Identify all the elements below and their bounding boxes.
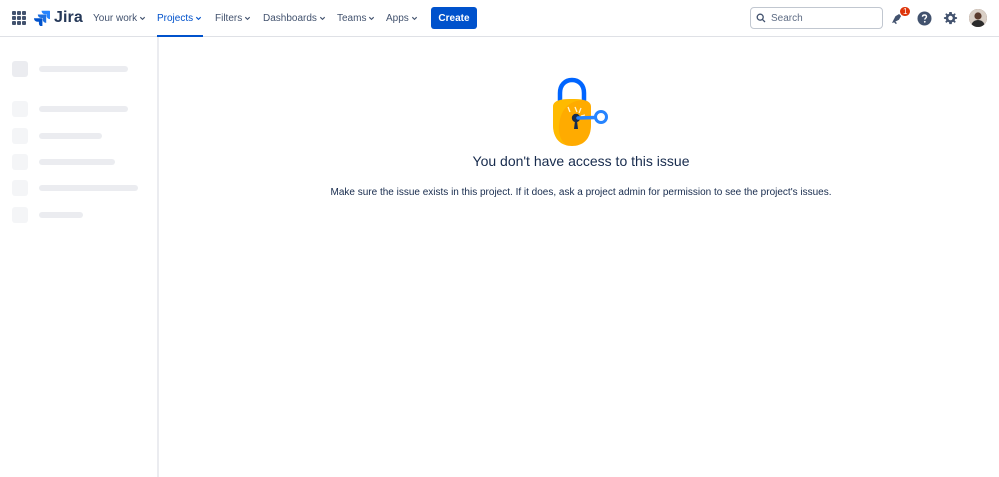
- nav-teams[interactable]: Teams: [337, 0, 375, 37]
- nav-your-work[interactable]: Your work: [93, 0, 146, 37]
- skeleton-bar: [39, 212, 83, 218]
- nav-apps[interactable]: Apps: [386, 0, 418, 37]
- skeleton-icon: [12, 61, 28, 77]
- jira-logo-icon: [34, 10, 50, 26]
- search-box[interactable]: [750, 7, 883, 29]
- jira-logo[interactable]: Jira: [34, 9, 83, 27]
- skeleton-row: [12, 154, 115, 170]
- padlock-illustration: [553, 77, 608, 146]
- help-icon: [917, 11, 931, 25]
- notification-badge: 1: [899, 6, 912, 17]
- search-icon: [756, 13, 766, 23]
- skeleton-icon: [12, 207, 28, 223]
- nav-filters[interactable]: Filters: [215, 0, 251, 37]
- nav-dashboards[interactable]: Dashboards: [263, 0, 326, 37]
- nav-filters-label: Filters: [215, 13, 243, 24]
- skeleton-row: [12, 207, 83, 223]
- skeleton-icon: [12, 101, 28, 117]
- app-switcher-icon[interactable]: [12, 11, 26, 25]
- create-button[interactable]: Create: [431, 7, 477, 29]
- top-navigation: Jira Your work Projects Filters Dashboar…: [0, 0, 999, 37]
- skeleton-row: [12, 61, 128, 77]
- skeleton-icon: [12, 180, 28, 196]
- main-content: You don't have access to this issue Make…: [161, 37, 999, 477]
- settings-button[interactable]: [941, 9, 959, 27]
- skeleton-row: [12, 101, 128, 117]
- chevron-down-icon: [319, 16, 326, 21]
- settings-icon: [943, 11, 957, 24]
- avatar[interactable]: [969, 9, 987, 27]
- skeleton-bar: [39, 106, 128, 112]
- nav-your-work-label: Your work: [93, 13, 138, 24]
- skeleton-bar: [39, 185, 138, 191]
- chevron-down-icon: [140, 16, 146, 21]
- chevron-down-icon: [245, 16, 251, 21]
- chevron-down-icon: [411, 16, 417, 21]
- access-message: Make sure the issue exists in this proje…: [330, 187, 832, 198]
- skeleton-row: [12, 128, 102, 144]
- logo-text: Jira: [54, 9, 83, 26]
- skeleton-icon: [12, 154, 28, 170]
- nav-dashboards-label: Dashboards: [263, 13, 317, 24]
- nav-teams-label: Teams: [337, 13, 367, 24]
- skeleton-bar: [39, 66, 128, 72]
- chevron-down-icon: [196, 16, 202, 21]
- skeleton-bar: [39, 159, 115, 165]
- skeleton-icon: [12, 128, 28, 144]
- sidebar-skeleton: [0, 37, 159, 477]
- skeleton-row: [12, 180, 138, 196]
- chevron-down-icon: [369, 16, 375, 21]
- nav-apps-label: Apps: [386, 13, 409, 24]
- nav-projects-label: Projects: [157, 13, 194, 24]
- help-button[interactable]: [915, 9, 933, 27]
- page-title: You don't have access to this issue: [472, 153, 690, 169]
- nav-projects[interactable]: Projects: [157, 0, 203, 37]
- skeleton-bar: [39, 133, 102, 139]
- search-input[interactable]: [771, 12, 871, 24]
- user-photo: [969, 9, 987, 27]
